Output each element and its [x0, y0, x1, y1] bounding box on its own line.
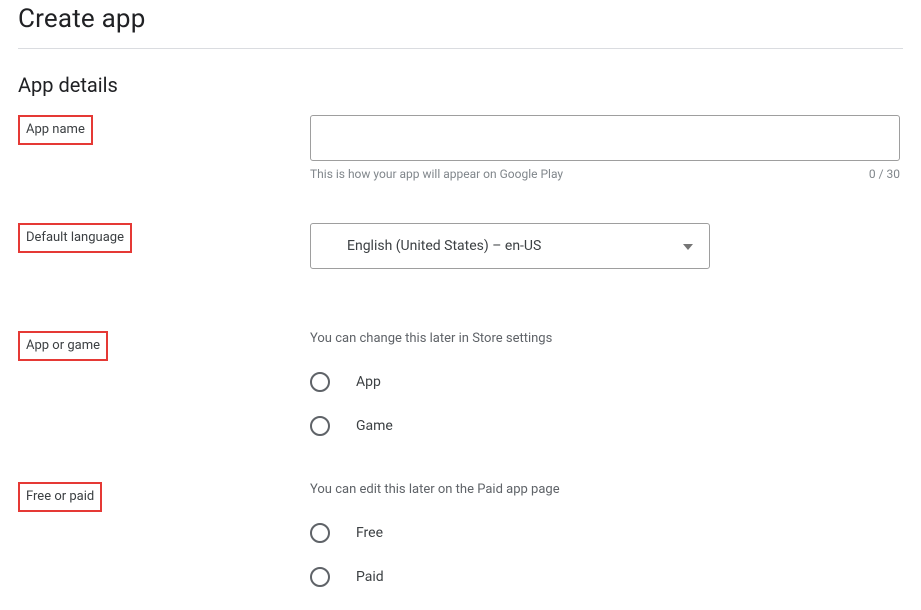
app-name-counter: 0 / 30	[869, 167, 900, 181]
field-row-default-language: Default language English (United States)…	[18, 223, 903, 269]
app-name-label: App name	[18, 115, 93, 145]
chevron-down-icon	[683, 238, 693, 254]
default-language-select[interactable]: English (United States) – en-US	[310, 223, 710, 269]
radio-icon	[310, 567, 330, 587]
default-language-value: English (United States) – en-US	[347, 238, 541, 254]
radio-option-paid[interactable]: Paid	[310, 567, 900, 587]
divider	[18, 48, 903, 49]
radio-icon	[310, 523, 330, 543]
radio-icon	[310, 372, 330, 392]
default-language-label: Default language	[18, 223, 132, 253]
radio-option-free[interactable]: Free	[310, 523, 900, 543]
radio-label-app: App	[356, 374, 381, 390]
app-name-helper: This is how your app will appear on Goog…	[310, 167, 563, 181]
app-or-game-label: App or game	[18, 331, 108, 361]
radio-option-game[interactable]: Game	[310, 416, 900, 436]
radio-icon	[310, 416, 330, 436]
app-or-game-hint: You can change this later in Store setti…	[310, 331, 900, 346]
radio-label-free: Free	[356, 525, 383, 541]
free-or-paid-label: Free or paid	[18, 482, 102, 512]
radio-label-paid: Paid	[356, 569, 384, 585]
radio-option-app[interactable]: App	[310, 372, 900, 392]
field-row-app-or-game: App or game You can change this later in…	[18, 331, 903, 436]
field-row-app-name: App name This is how your app will appea…	[18, 115, 903, 181]
radio-label-game: Game	[356, 418, 393, 434]
field-row-free-or-paid: Free or paid You can edit this later on …	[18, 482, 903, 587]
page-title: Create app	[18, 4, 903, 34]
section-title: App details	[18, 73, 903, 97]
app-name-input[interactable]	[310, 115, 900, 161]
free-or-paid-hint: You can edit this later on the Paid app …	[310, 482, 900, 497]
